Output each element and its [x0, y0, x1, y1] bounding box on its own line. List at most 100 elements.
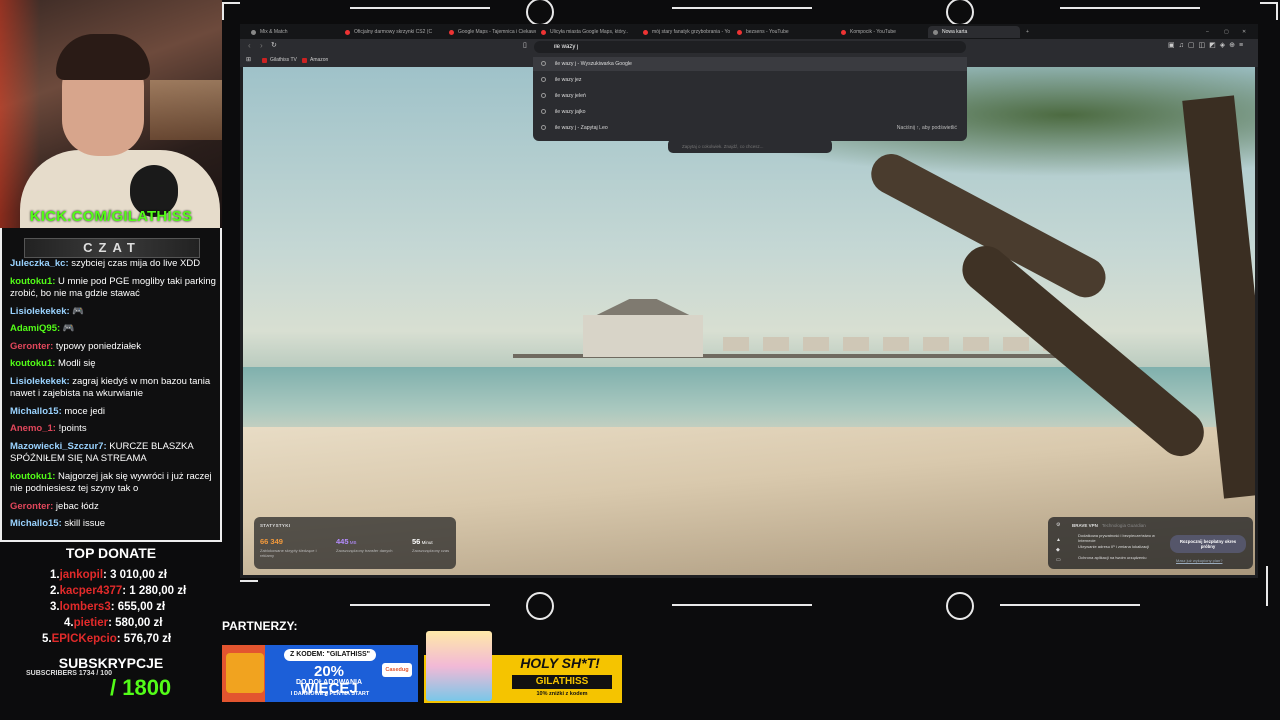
frame-corner	[240, 580, 258, 582]
donor-amount: : 1 280,00 zł	[122, 585, 187, 597]
browser-tab[interactable]: mój stary fanatyk grzybobrania - YouT...	[638, 26, 730, 38]
vpn-plan-link[interactable]: Masz już wykupiony plan?	[1176, 558, 1222, 563]
donor-rank: 5.	[42, 633, 52, 645]
omnibox-suggestion[interactable]: ile wazy j - Zapytaj Leo Naciśnij ↑, aby …	[533, 121, 967, 135]
frame-bar	[1000, 604, 1140, 606]
streamer-hair	[56, 34, 150, 80]
tab-favicon-icon	[449, 30, 454, 35]
tab-favicon-icon	[933, 30, 938, 35]
chat-text: jebac łódz	[53, 500, 99, 512]
chat-message: Geronter: typowy poniedziałek	[10, 341, 216, 354]
chat-nick[interactable]: koutoku1:	[10, 276, 55, 287]
donor-amount: : 655,00 zł	[110, 601, 166, 613]
browser-tab[interactable]: Mix & Match	[246, 26, 338, 38]
vpn-feature: Ochrona aplikacji na twoim urządzeniu	[1078, 555, 1147, 560]
tab-label: bezsens - YouTube	[746, 29, 789, 35]
subs-goal: / 1800	[110, 675, 172, 700]
browser-tab[interactable]: Oficjalny darmowy skrzynki CS2 (CSG...	[340, 26, 432, 38]
partner2-title: HOLY SH*T!	[520, 655, 600, 671]
tab-bar: Mix & Match Oficjalny darmowy skrzynki CS…	[240, 24, 1258, 39]
donor-row: 4.pietier: 580,00 zł	[20, 615, 210, 631]
villa	[843, 337, 869, 351]
leo-ask-input[interactable]	[668, 139, 832, 153]
tab-favicon-icon	[251, 30, 256, 35]
bookmark-item[interactable]: Gilathiss TV	[262, 57, 297, 63]
browser-tab[interactable]: Google Maps - Tajemnica i Ciekawost...	[444, 26, 536, 38]
chat-nick[interactable]: koutoku1:	[10, 471, 55, 482]
tab-label: Nowa karta	[942, 29, 968, 35]
chat-nick[interactable]: Michallo15:	[10, 406, 62, 417]
chat-nick[interactable]: Lisiolekekek:	[10, 376, 70, 387]
chat-nick[interactable]: Mazowiecki_Szczur7:	[10, 441, 107, 452]
chat-nick[interactable]: koutoku1:	[10, 358, 55, 369]
donor-name: pietier	[73, 617, 109, 629]
browser-tab[interactable]: bezsens - YouTube	[732, 26, 824, 38]
chat-message: Michallo15: moce jedi	[10, 406, 216, 419]
bookmark-favicon-icon	[262, 58, 267, 63]
donor-rank: 2.	[50, 585, 60, 597]
hex-icon	[526, 592, 554, 620]
chat-nick[interactable]: Geronter:	[10, 341, 53, 352]
partner2-small: 10% zniżki z kodem	[536, 691, 588, 697]
subs-counter: SUBSCRIBERS 1734 / 100	[26, 670, 112, 677]
villa	[883, 337, 909, 351]
extension-icons[interactable]: ▣♫▢◫◩◈⊕≡	[1168, 41, 1247, 49]
bookmark-favicon-icon	[302, 58, 307, 63]
villa	[723, 337, 749, 351]
apps-grid-icon[interactable]: ⊞	[246, 56, 251, 63]
close-icon[interactable]: ✕	[1242, 26, 1246, 38]
omnibox-suggestion[interactable]: ile wazy j - Wyszukiwarka Google	[533, 57, 967, 71]
partner1-code: Z KODEM: "GILATHISS"	[284, 649, 376, 661]
frame-bar	[1060, 7, 1200, 9]
new-tab-icon[interactable]: +	[1026, 26, 1029, 38]
donor-list: 1.jankopil: 3 010,00 zł 2.kacper4377: 1 2…	[20, 567, 210, 647]
maximize-icon[interactable]: ▢	[1224, 26, 1229, 38]
chat-nick[interactable]: Lisiolekekek:	[10, 306, 70, 317]
target-icon	[946, 0, 974, 26]
chat-nick[interactable]: Juleczka_kc:	[10, 258, 69, 269]
tab-favicon-icon	[841, 30, 846, 35]
donor-amount: : 580,00 zł	[108, 617, 163, 629]
settings-icon[interactable]: ⚙	[1056, 522, 1060, 528]
bookmark-icon[interactable]: ▯	[523, 41, 527, 49]
omnibox-suggestion[interactable]: ile wazy jez	[533, 73, 967, 87]
donor-row: 3.lombers3: 655,00 zł	[20, 599, 210, 615]
chat-nick[interactable]: Anemo_1:	[10, 423, 56, 434]
omnibox-suggestion[interactable]: ile wazy jeleń	[533, 89, 967, 103]
browser-tab[interactable]: Ulicyła miasta Google Maps, który...	[536, 26, 628, 38]
donor-name: jankopil	[59, 569, 104, 581]
forward-icon[interactable]: ›	[260, 41, 263, 50]
omnibox-suggestion[interactable]: ile wazy jajko	[533, 105, 967, 119]
back-icon[interactable]: ‹	[248, 41, 251, 50]
partners-title: PARTNERZY:	[222, 619, 298, 633]
browser-tab[interactable]: Nowa karta	[928, 26, 1020, 38]
partner1-brand: Casedug	[382, 663, 412, 677]
villa	[923, 337, 949, 351]
kick-handle: KICK.COM/GILATHISS	[29, 208, 193, 225]
partner-banner-holy[interactable]: HOLY SH*T! GILATHISS 10% zniżki z kodem	[424, 631, 622, 703]
frame-corner	[222, 2, 224, 20]
frame-bar	[672, 604, 812, 606]
shield-icon[interactable]: ◆	[1056, 547, 1060, 553]
url-input[interactable]	[534, 41, 966, 53]
donor-row: 1.jankopil: 3 010,00 zł	[20, 567, 210, 583]
chat-message: Juleczka_kc: szybciej czas mija do live …	[10, 258, 216, 271]
main-villa	[583, 315, 703, 357]
reload-icon[interactable]: ↻	[271, 41, 277, 49]
vpn-trial-button[interactable]: Rozpocznij bezpłatny okres próbny	[1170, 535, 1246, 553]
chat-message: koutoku1: U mnie pod PGE mogliby taki pa…	[10, 276, 216, 301]
bookmark-item[interactable]: Amazon	[302, 57, 328, 63]
arrow-up-icon[interactable]: ▲	[1056, 537, 1061, 543]
vpn-icon[interactable]: ▭	[1056, 557, 1061, 563]
villa	[763, 337, 789, 351]
stat-item: 445 MB Zaoszczędzony transfer danych	[336, 537, 396, 553]
chat-nick[interactable]: Geronter:	[10, 501, 53, 512]
chat-nick[interactable]: Michallo15:	[10, 518, 62, 529]
minimize-icon[interactable]: –	[1206, 26, 1209, 38]
chat-nick[interactable]: AdamiQ95:	[10, 323, 60, 334]
frame-bar	[350, 7, 490, 9]
chat-message: Lisiolekekek: 🎮	[10, 306, 216, 319]
browser-tab[interactable]: Kompocik - YouTube	[836, 26, 928, 38]
partner-banner-casedug[interactable]: Z KODEM: "GILATHISS" 20% WIĘCEJ DO DOŁAD…	[222, 645, 418, 702]
browser-window: Mix & Match Oficjalny darmowy skrzynki CS…	[240, 24, 1258, 578]
